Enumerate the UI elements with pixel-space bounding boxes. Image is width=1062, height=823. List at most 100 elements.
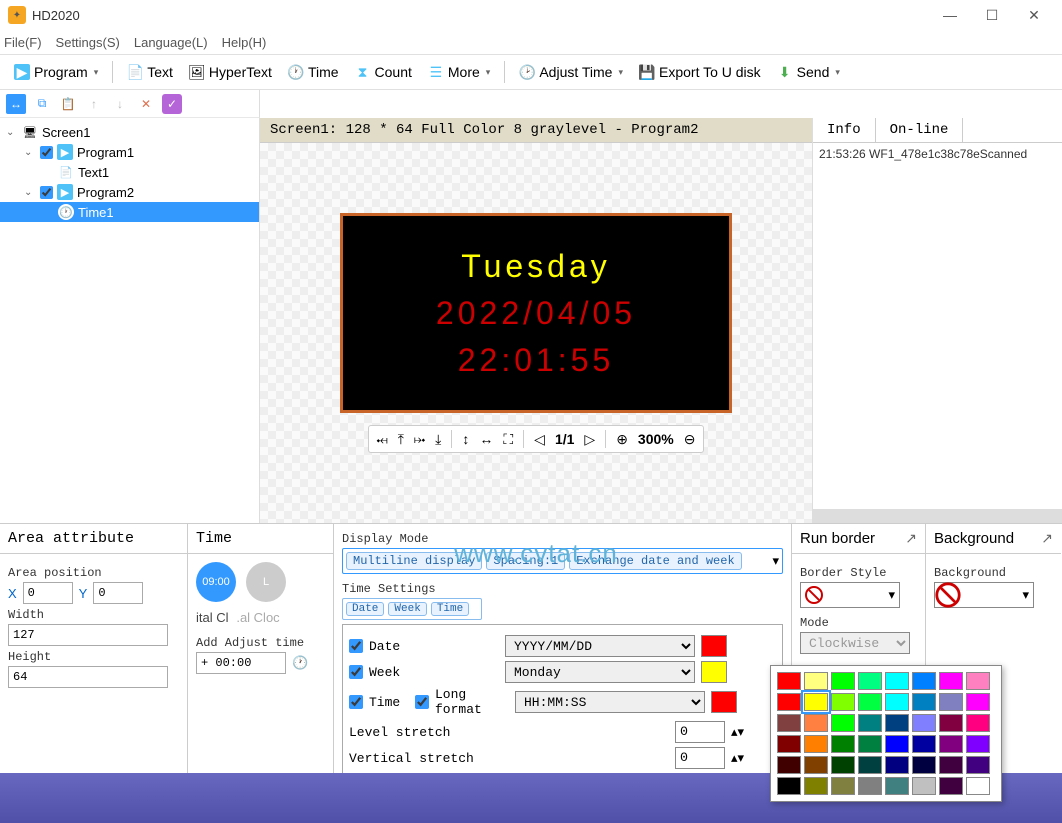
color-swatch[interactable] (912, 714, 936, 732)
tree-down-button[interactable]: ↓ (110, 94, 130, 114)
collapse-icon[interactable]: ⌄ (24, 147, 36, 158)
zoom-out-icon[interactable]: ⊖ (684, 431, 696, 448)
text-button[interactable]: 📄Text (121, 62, 179, 82)
tree-check-button[interactable]: ✓ (162, 94, 182, 114)
color-swatch[interactable] (777, 756, 801, 774)
rocket-icon[interactable]: ↗ (1041, 530, 1053, 547)
color-swatch[interactable] (858, 693, 882, 711)
color-swatch[interactable] (858, 714, 882, 732)
collapse-icon[interactable]: ⌄ (24, 187, 36, 198)
color-swatch[interactable] (939, 672, 963, 690)
scrollbar[interactable] (813, 509, 1062, 523)
tree-text1[interactable]: 📄 Text1 (0, 162, 259, 182)
color-swatch[interactable] (858, 735, 882, 753)
spinner-icon[interactable]: ▴▾ (731, 724, 744, 740)
week-checkbox[interactable] (349, 665, 363, 679)
time-color-swatch[interactable] (711, 691, 737, 713)
color-swatch[interactable] (804, 756, 828, 774)
tree-program1[interactable]: ⌄ ▶ Program1 (0, 142, 259, 162)
color-swatch[interactable] (804, 735, 828, 753)
color-swatch[interactable] (966, 777, 990, 795)
digital-clock-option[interactable]: 09:00 (196, 562, 236, 602)
color-swatch[interactable] (885, 714, 909, 732)
menu-language[interactable]: Language(L) (134, 35, 208, 50)
maximize-button[interactable]: ☐ (972, 1, 1012, 29)
color-swatch[interactable] (912, 672, 936, 690)
color-swatch[interactable] (966, 672, 990, 690)
color-swatch[interactable] (885, 693, 909, 711)
collapse-icon[interactable]: ⌄ (6, 127, 18, 138)
color-swatch[interactable] (912, 735, 936, 753)
week-format-select[interactable]: Monday (505, 661, 695, 683)
preview-canvas[interactable]: Tuesday 2022/04/05 22:01:55 www.cvtat.cn… (260, 143, 812, 523)
color-swatch[interactable] (804, 714, 828, 732)
program2-checkbox[interactable] (40, 186, 53, 199)
color-swatch[interactable] (858, 777, 882, 795)
color-swatch[interactable] (966, 714, 990, 732)
color-swatch[interactable] (831, 756, 855, 774)
color-swatch[interactable] (804, 672, 828, 690)
tab-online[interactable]: On-line (876, 118, 964, 142)
long-format-checkbox[interactable] (415, 695, 429, 709)
color-swatch[interactable] (939, 735, 963, 753)
zoom-in-icon[interactable]: ⊕ (616, 431, 628, 448)
vertical-stretch-input[interactable] (675, 747, 725, 769)
tree-program2[interactable]: ⌄ ▶ Program2 (0, 182, 259, 202)
tree-screen1[interactable]: ⌄ 🖥 Screen1 (0, 122, 259, 142)
color-swatch[interactable] (966, 756, 990, 774)
count-button[interactable]: ⧗Count (349, 62, 418, 82)
time-button[interactable]: 🕐Time (282, 62, 345, 82)
color-swatch[interactable] (885, 756, 909, 774)
more-button[interactable]: ☰More (422, 62, 496, 82)
fullscreen-icon[interactable]: ⛶ (503, 431, 513, 448)
tab-info[interactable]: Info (813, 118, 876, 142)
color-swatch[interactable] (777, 714, 801, 732)
send-button[interactable]: ⬇Send (771, 62, 846, 82)
color-swatch[interactable] (777, 735, 801, 753)
analog-clock-option[interactable]: L (246, 562, 286, 602)
color-swatch[interactable] (912, 777, 936, 795)
color-swatch[interactable] (777, 777, 801, 795)
align-top-icon[interactable]: ⤒ (398, 431, 404, 448)
spinner-icon[interactable]: ▴▾ (731, 750, 744, 766)
tree-copy-button[interactable]: ⧉ (32, 94, 52, 114)
adjust-time-input[interactable] (196, 652, 286, 674)
minimize-button[interactable]: — (930, 1, 970, 29)
bg-select[interactable]: ▾ (934, 582, 1034, 608)
time-checkbox[interactable] (349, 695, 363, 709)
menu-help[interactable]: Help(H) (222, 35, 267, 50)
export-button[interactable]: 💾Export To U disk (633, 62, 767, 82)
color-swatch[interactable] (885, 735, 909, 753)
close-button[interactable]: ✕ (1014, 1, 1054, 29)
tree-new-button[interactable]: ↔ (6, 94, 26, 114)
date-color-swatch[interactable] (701, 635, 727, 657)
tree-delete-button[interactable]: ✕ (136, 94, 156, 114)
color-swatch[interactable] (831, 777, 855, 795)
hypertext-button[interactable]: 🖼HyperText (183, 62, 278, 82)
color-swatch[interactable] (777, 693, 801, 711)
color-swatch[interactable] (804, 777, 828, 795)
color-swatch[interactable] (831, 714, 855, 732)
color-swatch[interactable] (831, 693, 855, 711)
date-format-select[interactable]: YYYY/MM/DD (505, 635, 695, 657)
align-left-icon[interactable]: ⤟ (377, 431, 388, 448)
color-swatch[interactable] (912, 756, 936, 774)
color-swatch[interactable] (831, 672, 855, 690)
color-swatch[interactable] (885, 777, 909, 795)
menu-file[interactable]: File(F) (4, 35, 42, 50)
height-input[interactable] (8, 666, 168, 688)
prev-page-icon[interactable]: ◁ (534, 431, 545, 448)
border-mode-select[interactable]: Clockwise (800, 632, 910, 654)
fit-width-icon[interactable]: ↔ (479, 431, 493, 447)
date-checkbox[interactable] (349, 639, 363, 653)
program1-checkbox[interactable] (40, 146, 53, 159)
week-color-swatch[interactable] (701, 661, 727, 683)
tree-up-button[interactable]: ↑ (84, 94, 104, 114)
align-right-icon[interactable]: ⤠ (414, 431, 425, 448)
time-format-select[interactable]: HH:MM:SS (515, 691, 705, 713)
y-input[interactable] (93, 582, 143, 604)
color-swatch[interactable] (912, 693, 936, 711)
color-swatch[interactable] (966, 735, 990, 753)
color-swatch[interactable] (858, 756, 882, 774)
color-swatch[interactable] (858, 672, 882, 690)
